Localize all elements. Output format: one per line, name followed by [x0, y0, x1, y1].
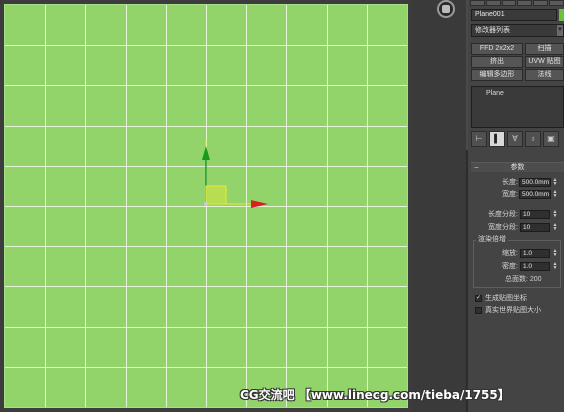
object-color-swatch[interactable] [559, 9, 564, 21]
configure-modifier-sets-icon[interactable]: ▣ [543, 131, 559, 147]
sweep-button[interactable]: 扫描 [525, 43, 564, 55]
spinner-arrows-icon[interactable]: ▲ ▼ [552, 262, 558, 271]
tab-hierarchy[interactable] [501, 0, 517, 6]
gizmo-center-plane [205, 185, 227, 205]
length-label: 长度: [502, 179, 518, 186]
grid-line-horizontal [5, 367, 407, 368]
modifier-list-label: 修改器列表 [475, 27, 510, 34]
panel-divider [412, 0, 466, 412]
spinner-arrows-icon[interactable]: ▲ ▼ [552, 210, 558, 219]
stack-toolbar: ⊢ ▌ ∀ ♁ ▣ [471, 131, 564, 147]
watermark-text: CG交流吧 【www.linecg.com/tieba/1755】 [240, 388, 510, 402]
perspective-viewport[interactable] [0, 0, 412, 412]
gizmo-origin [204, 202, 208, 206]
length-segs-spinner[interactable]: 10 [520, 210, 550, 219]
spinner-arrows-icon[interactable]: ▲ ▼ [552, 178, 558, 187]
chevron-down-icon: ▼ [557, 25, 563, 36]
parameters-rollout-header[interactable]: − 参数 [471, 162, 564, 172]
y-axis-arrow [202, 146, 210, 160]
x-axis-arrow [251, 200, 268, 208]
extrude-button[interactable]: 挤出 [471, 56, 523, 68]
tab-display[interactable] [533, 0, 549, 6]
grid-line-vertical [327, 5, 328, 407]
real-world-map-checkbox[interactable] [475, 307, 482, 314]
spinner-arrows-icon[interactable]: ▲ ▼ [552, 249, 558, 258]
grid-line-vertical [286, 5, 287, 407]
density-label: 密度: [502, 263, 518, 270]
rollout-title: 参数 [510, 164, 525, 171]
length-spinner[interactable]: 500.0mm [519, 178, 551, 187]
tab-modify[interactable] [485, 0, 501, 6]
normal-button[interactable]: 法线 [525, 69, 564, 81]
show-end-result-icon[interactable]: ▌ [489, 131, 505, 147]
grid-line-vertical [367, 5, 368, 407]
remove-modifier-icon[interactable]: ♁ [525, 131, 541, 147]
gen-map-coords-checkbox[interactable]: ✓ [475, 295, 482, 302]
density-spinner[interactable]: 1.0 [520, 262, 550, 271]
gen-map-coords-label: 生成贴图坐标 [485, 295, 527, 302]
viewcube-home-icon[interactable] [437, 0, 455, 18]
modifier-list-dropdown[interactable]: 修改器列表 ▼ [471, 24, 564, 37]
width-segs-spinner[interactable]: 10 [520, 223, 550, 232]
grid-line-horizontal [5, 246, 407, 247]
total-faces-readout: 总面数: 200 [505, 276, 542, 283]
scale-label: 缩放: [502, 250, 518, 257]
real-world-map-label: 真实世界贴图大小 [485, 307, 541, 314]
width-spinner[interactable]: 500.0mm [519, 190, 551, 199]
length-segs-label: 长度分段: [488, 211, 518, 218]
tab-motion[interactable] [517, 0, 533, 6]
width-segs-label: 宽度分段: [488, 224, 518, 231]
width-label: 宽度: [502, 191, 518, 198]
command-panel-tabs [470, 0, 564, 6]
modifier-stack[interactable]: Plane [471, 86, 564, 128]
edit-poly-button[interactable]: 编辑多边形 [471, 69, 523, 81]
object-name-field[interactable]: Plane001 [471, 9, 557, 21]
scale-spinner[interactable]: 1.0 [520, 249, 550, 258]
stack-item-plane[interactable]: Plane [474, 89, 561, 98]
spinner-arrows-icon[interactable]: ▲ ▼ [552, 190, 558, 199]
tab-create[interactable] [470, 0, 485, 6]
grid-line-horizontal [5, 327, 407, 328]
pin-stack-icon[interactable]: ⊢ [471, 131, 487, 147]
grid-line-horizontal [5, 286, 407, 287]
spinner-arrows-icon[interactable]: ▲ ▼ [552, 223, 558, 232]
uvw-map-button[interactable]: UVW 贴图 [525, 56, 564, 68]
move-gizmo[interactable] [196, 132, 276, 222]
make-unique-icon[interactable]: ∀ [507, 131, 523, 147]
tab-utilities[interactable] [549, 0, 564, 6]
render-multipliers-title: 渲染倍增 [476, 235, 508, 244]
ffd-button[interactable]: FFD 2x2x2 [471, 43, 523, 55]
